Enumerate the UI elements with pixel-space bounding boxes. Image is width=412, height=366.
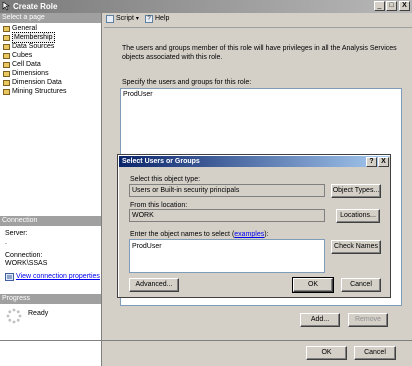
page-icon [3,88,10,95]
advanced-button[interactable]: Advanced... [129,278,179,292]
connection-value: WORK\SSAS [5,260,48,267]
maximize-button[interactable]: □ [386,1,397,11]
page-item-dimensions[interactable]: Dimensions [3,69,49,78]
page-icon [3,34,10,41]
dialog-title: Select Users or Groups [119,156,389,167]
page-item-cubes[interactable]: Cubes [3,51,32,60]
footer-divider [0,340,412,341]
object-names-value: ProdUser [132,243,162,250]
page-icon [3,61,10,68]
minimize-button[interactable]: _ [374,1,385,11]
page-item-mining-structures[interactable]: Mining Structures [3,87,66,96]
examples-link[interactable]: examples [234,231,264,238]
window-title: Create Role [13,2,58,11]
page-icon [3,25,10,32]
window-title-bar[interactable]: Create Role [0,0,412,13]
dialog-ok-button[interactable]: OK [292,277,334,293]
check-names-button[interactable]: Check Names [331,240,381,254]
ok-button[interactable]: OK [306,346,347,360]
dialog-cancel-button[interactable]: Cancel [341,278,381,292]
page-item-membership[interactable]: Membership [3,32,55,43]
location-field: WORK [129,209,325,222]
progress-status: Ready [28,310,49,317]
view-connection-properties[interactable]: View connection properties [5,272,100,281]
dialog-close-button[interactable]: X [378,157,389,167]
role-description: The users and groups member of this role… [122,45,397,61]
select-page-header: Select a page [0,13,101,23]
remove-button[interactable]: Remove [348,313,388,327]
locations-button[interactable]: Locations... [336,209,380,223]
page-item-dimension-data[interactable]: Dimension Data [3,78,62,87]
close-button[interactable]: X [399,1,410,11]
page-icon [3,79,10,86]
page-item-data-sources[interactable]: Data Sources [3,42,54,51]
app-icon [2,1,10,11]
help-button[interactable]: ? Help [145,14,169,24]
members-list-item[interactable]: ProdUser [123,90,153,99]
dialog-help-button[interactable]: ? [366,157,377,167]
server-label: Server: [5,230,28,237]
object-types-button[interactable]: Object Types... [331,184,381,198]
object-names-input[interactable]: ProdUser [129,239,325,273]
script-icon [106,15,114,23]
server-value: . [5,239,7,246]
script-button[interactable]: Script ▾ [106,14,139,24]
object-type-label: Select this object type: [130,176,201,183]
cancel-button[interactable]: Cancel [354,346,396,360]
add-button[interactable]: Add... [300,313,340,327]
help-icon: ? [145,15,153,23]
toolbar-divider [104,27,412,28]
page-icon [3,70,10,77]
page-icon [3,52,10,59]
enter-names-label: Enter the object names to select (exampl… [130,231,269,238]
specify-users-label: Specify the users and groups for this ro… [122,79,252,86]
page-icon [3,43,10,50]
object-type-field: Users or Built-in security principals [129,184,325,197]
progress-header: Progress [0,294,101,304]
properties-icon [5,272,14,281]
dropdown-arrow-icon: ▾ [135,16,139,22]
page-item-cell-data[interactable]: Cell Data [3,60,41,69]
connection-header: Connection [0,216,101,226]
progress-spinner-icon [6,308,22,324]
